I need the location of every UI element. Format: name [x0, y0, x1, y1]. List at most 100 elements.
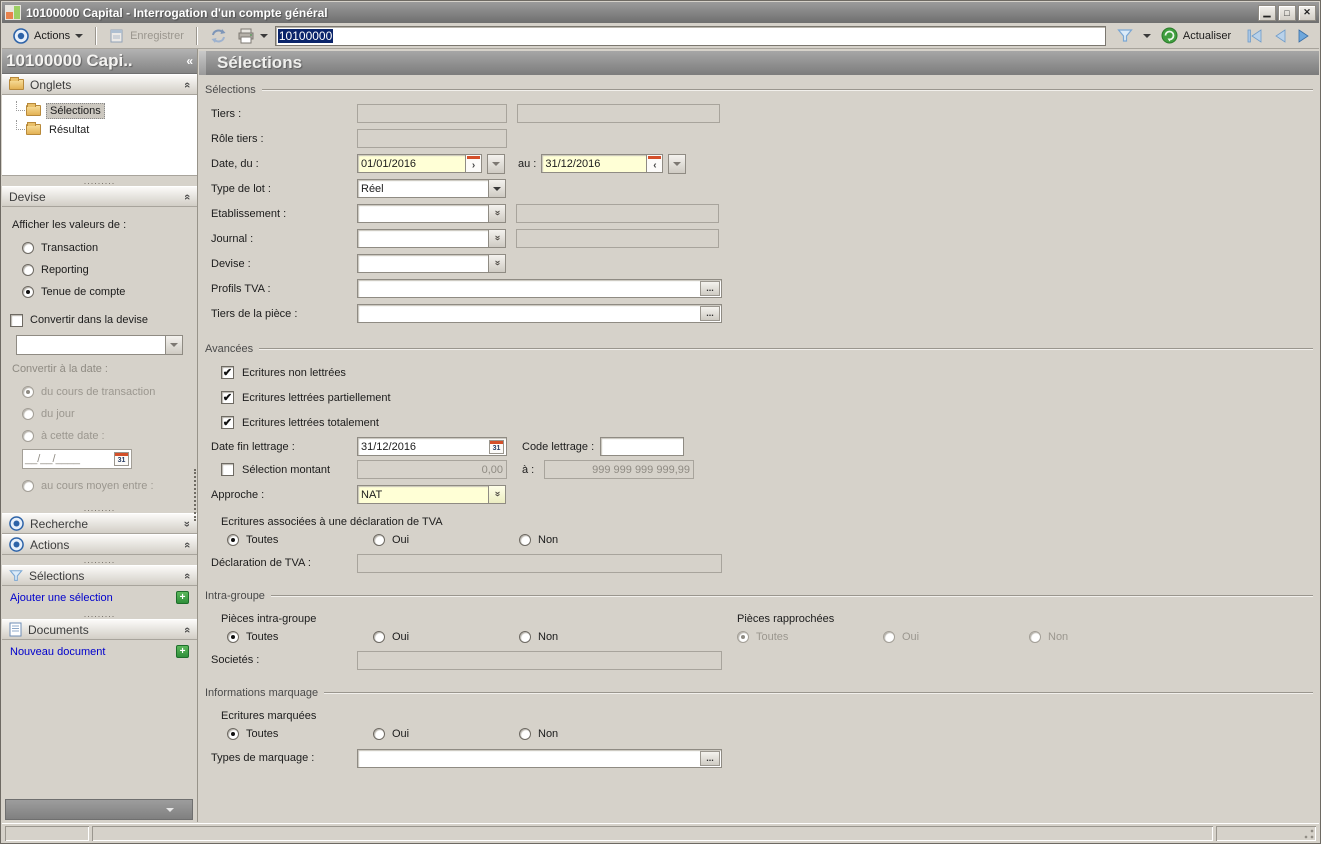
panel-splitter-handle[interactable] [194, 469, 198, 521]
section-selections[interactable]: Sélections « [2, 565, 197, 586]
radio-du-jour[interactable]: du jour [10, 403, 189, 425]
sidebar-bottom-bar[interactable] [5, 799, 193, 820]
etablissement-name-input[interactable] [516, 204, 719, 223]
radio-a-cette-date[interactable]: à cette date : [10, 425, 189, 447]
dropdown-button[interactable] [488, 179, 506, 198]
radio-marquees-toutes[interactable]: Toutes [227, 727, 373, 740]
selection-montant-checkbox[interactable]: Sélection montant [211, 463, 357, 476]
radio-tva-toutes[interactable]: Toutes [227, 533, 373, 546]
add-icon[interactable]: + [176, 591, 189, 604]
minimize-button[interactable]: ▁ [1258, 4, 1276, 21]
radio-intra-oui[interactable]: Oui [373, 630, 519, 643]
sidebar-collapse-button[interactable]: « [186, 54, 193, 68]
tiers-name-input[interactable] [517, 104, 720, 123]
journal-combobox[interactable]: « [357, 229, 506, 248]
add-icon[interactable]: + [176, 645, 189, 658]
radio-tva-oui[interactable]: Oui [373, 533, 519, 546]
radio-cours-moyen[interactable]: au cours moyen entre : [10, 475, 189, 497]
nav-previous-button[interactable] [1272, 28, 1288, 43]
radio-marquees-oui[interactable]: Oui [373, 727, 519, 740]
approche-combobox[interactable]: NAT « [357, 485, 506, 504]
calendar-next-icon[interactable]: › [465, 154, 482, 173]
tiers-piece-input[interactable]: ... [357, 304, 722, 323]
filter-dropdown-button[interactable] [1138, 32, 1156, 40]
sync-button[interactable] [205, 26, 232, 46]
profils-tva-input[interactable]: ... [357, 279, 722, 298]
status-bar [2, 823, 1319, 842]
declaration-tva-input[interactable] [357, 553, 722, 573]
dropdown-button[interactable]: « [488, 204, 506, 223]
save-button[interactable]: Enregistrer [104, 26, 189, 46]
radio-cours-transaction[interactable]: du cours de transaction [10, 381, 189, 403]
splitter-handle[interactable]: ......... [2, 555, 197, 565]
sidebar-item-resultat[interactable]: Résultat [12, 120, 197, 139]
etablissement-combobox[interactable]: « [357, 204, 506, 223]
types-marquage-input[interactable]: ... [357, 748, 722, 768]
montant-to-input[interactable]: 999 999 999 999,99 [544, 460, 694, 479]
resize-grip[interactable] [1303, 828, 1315, 840]
code-lettrage-input[interactable] [600, 437, 685, 456]
radio-intra-non[interactable]: Non [519, 630, 665, 643]
maximize-button[interactable]: □ [1278, 4, 1296, 21]
radio-marquees-non[interactable]: Non [519, 727, 665, 740]
refresh-button[interactable]: Actualiser [1156, 25, 1236, 46]
calendar-icon[interactable]: 31 [489, 440, 504, 454]
section-onglets[interactable]: Onglets « [2, 74, 197, 95]
checkbox-lettrees-partiellement[interactable]: ✔ Ecritures lettrées partiellement [199, 385, 1319, 410]
radio-transaction[interactable]: Transaction [10, 237, 189, 259]
calendar-prev-icon[interactable]: ‹ [646, 154, 664, 173]
nav-first-button[interactable] [1246, 28, 1264, 43]
date-fin-lettrage-input[interactable]: 31/12/2016 31 [357, 437, 507, 456]
splitter-handle[interactable]: ......... [2, 176, 197, 186]
sidebar-item-selections[interactable]: Sélections [12, 101, 197, 120]
date-from-dropdown-button[interactable] [487, 153, 505, 174]
printer-icon [238, 28, 254, 43]
print-button[interactable] [232, 26, 273, 46]
societes-input[interactable] [357, 650, 722, 670]
splitter-handle[interactable]: ......... [2, 503, 197, 513]
radio-reporting[interactable]: Reporting [10, 259, 189, 281]
radio-rapprochees-toutes[interactable]: Toutes [737, 630, 883, 643]
checkbox-lettrees-totalement[interactable]: ✔ Ecritures lettrées totalement [199, 410, 1319, 435]
dropdown-button[interactable]: « [488, 485, 506, 504]
radio-tenue-de-compte[interactable]: Tenue de compte [10, 281, 189, 303]
date-from-input[interactable]: 01/01/2016 [357, 154, 465, 173]
account-input[interactable]: 10100000 [274, 25, 1106, 46]
radio-intra-toutes[interactable]: Toutes [227, 630, 373, 643]
section-devise[interactable]: Devise « [2, 186, 197, 207]
journal-name-input[interactable] [516, 229, 719, 248]
checkbox-non-lettrees[interactable]: ✔ Ecritures non lettrées [199, 360, 1319, 385]
ellipsis-button[interactable]: ... [700, 750, 720, 766]
ellipsis-button[interactable]: ... [700, 306, 720, 321]
date-to-input[interactable]: 31/12/2016 [541, 154, 647, 173]
radio-label: à cette date : [41, 430, 105, 442]
radio-rapprochees-oui[interactable]: Oui [883, 630, 1029, 643]
tiers-input[interactable] [357, 104, 507, 123]
new-document-link[interactable]: Nouveau document [10, 646, 176, 658]
type-lot-combobox[interactable]: Réel [357, 179, 506, 198]
dropdown-button[interactable]: « [488, 229, 506, 248]
dropdown-button[interactable] [165, 335, 183, 355]
devise-combobox[interactable] [16, 335, 183, 355]
role-tiers-input[interactable] [357, 129, 507, 148]
section-documents[interactable]: Documents « [2, 619, 197, 640]
actions-button[interactable]: Actions [8, 26, 88, 46]
radio-tva-non[interactable]: Non [519, 533, 665, 546]
calendar-icon[interactable]: 31 [114, 452, 129, 466]
splitter-handle[interactable]: ......... [2, 609, 197, 619]
ellipsis-button[interactable]: ... [700, 281, 720, 296]
double-chevron-icon: « [491, 261, 503, 266]
filter-button[interactable] [1112, 26, 1138, 46]
date-to-dropdown-button[interactable] [668, 153, 687, 174]
montant-from-input[interactable]: 0,00 [357, 460, 507, 479]
devise-combobox[interactable]: « [357, 254, 506, 273]
radio-rapprochees-non[interactable]: Non [1029, 630, 1175, 643]
close-button[interactable]: ✕ [1298, 4, 1316, 21]
convertir-devise-checkbox[interactable]: Convertir dans la devise [10, 309, 189, 331]
dropdown-button[interactable]: « [488, 254, 506, 273]
section-actions[interactable]: Actions « [2, 534, 197, 555]
convert-date-input[interactable]: __/__/____ 31 [22, 449, 132, 469]
add-selection-link[interactable]: Ajouter une sélection [10, 592, 176, 604]
nav-next-button[interactable] [1296, 28, 1312, 43]
section-recherche[interactable]: Recherche « [2, 513, 197, 534]
